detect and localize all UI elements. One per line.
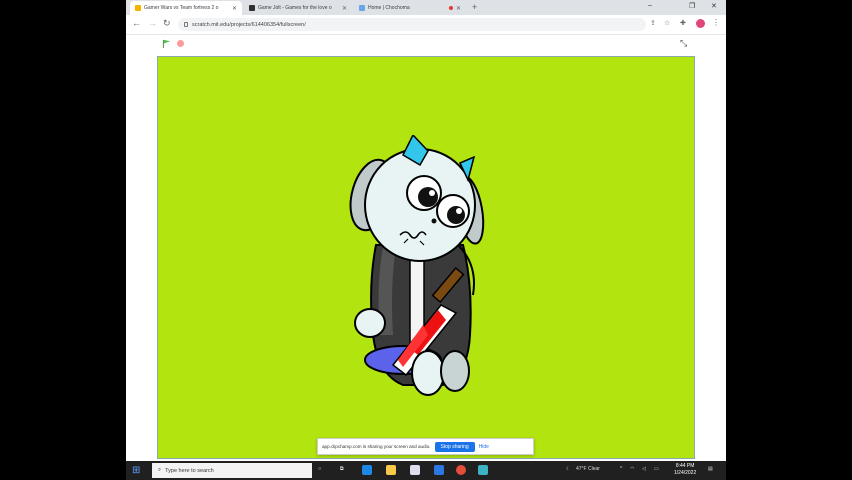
lock-icon bbox=[184, 22, 188, 27]
tab-chochoma[interactable]: Home | Chochoma ✕ bbox=[354, 1, 466, 15]
url-text: scratch.mit.edu/projects/614406354/fulls… bbox=[192, 21, 306, 28]
clock-date: 1/24/2022 bbox=[674, 470, 697, 476]
cortana-icon[interactable]: ○ bbox=[318, 466, 321, 472]
browser-toolbar: ← → ↻ scratch.mit.edu/projects/614406354… bbox=[126, 15, 726, 35]
screen-share-bar: app.clipchamp.com is sharing your screen… bbox=[317, 438, 534, 455]
screen: Gamer Wars vs Team fortress 2 o ✕ Game J… bbox=[126, 0, 726, 480]
tab-gamer-wars[interactable]: Gamer Wars vs Team fortress 2 o ✕ bbox=[130, 1, 242, 15]
tab-title: Home | Chochoma bbox=[368, 5, 410, 11]
chrome-icon[interactable] bbox=[456, 465, 466, 475]
gamejolt-icon bbox=[249, 5, 255, 11]
green-flag-icon[interactable] bbox=[162, 39, 171, 48]
recording-icon bbox=[448, 6, 453, 10]
reload-icon[interactable]: ↻ bbox=[163, 18, 171, 29]
chochoma-icon bbox=[359, 5, 365, 11]
extensions-icon[interactable]: ✚ bbox=[680, 19, 686, 27]
tab-title: Gamer Wars vs Team fortress 2 o bbox=[144, 5, 219, 11]
close-icon[interactable]: ✕ bbox=[342, 5, 347, 12]
bookmark-star-icon[interactable]: ☆ bbox=[664, 19, 670, 27]
share-icon[interactable]: ⇪ bbox=[650, 19, 656, 27]
file-explorer-icon[interactable] bbox=[386, 465, 396, 475]
back-icon[interactable]: ← bbox=[132, 18, 141, 28]
scratch-icon bbox=[135, 5, 141, 11]
taskbar-search[interactable]: ⌕ Type here to search bbox=[152, 463, 312, 478]
volume-icon[interactable]: ◁ bbox=[642, 466, 646, 472]
hide-button[interactable]: Hide bbox=[479, 444, 489, 450]
tab-strip: Gamer Wars vs Team fortress 2 o ✕ Game J… bbox=[126, 0, 726, 15]
notifications-icon[interactable]: ▤ bbox=[708, 466, 713, 472]
minimize-icon[interactable]: – bbox=[648, 2, 652, 9]
scratch-stage[interactable] bbox=[157, 56, 695, 459]
menu-icon[interactable]: ⋮ bbox=[712, 18, 720, 27]
search-placeholder: Type here to search bbox=[165, 467, 214, 474]
close-icon[interactable]: ✕ bbox=[232, 5, 237, 12]
battery-icon[interactable]: ▭ bbox=[654, 466, 659, 472]
tab-title: Game Jolt - Games for the love o bbox=[258, 5, 332, 11]
restore-icon[interactable]: ❐ bbox=[689, 2, 695, 10]
clock[interactable]: 8:44 PM 1/24/2022 bbox=[674, 463, 696, 477]
tab-game-jolt[interactable]: Game Jolt - Games for the love o ✕ bbox=[244, 1, 352, 15]
character-sprite bbox=[349, 135, 485, 396]
clock-time: 8:44 PM bbox=[675, 463, 695, 469]
close-window-icon[interactable]: ✕ bbox=[711, 2, 717, 10]
new-tab-icon[interactable]: + bbox=[472, 2, 477, 12]
store-icon[interactable] bbox=[410, 465, 420, 475]
app-icon[interactable] bbox=[478, 465, 488, 475]
mail-icon[interactable] bbox=[434, 465, 444, 475]
stop-sharing-button[interactable]: Stop sharing bbox=[434, 441, 475, 452]
address-bar[interactable]: scratch.mit.edu/projects/614406354/fulls… bbox=[178, 18, 646, 31]
profile-avatar[interactable] bbox=[696, 19, 705, 28]
weather-text[interactable]: 47°F Clear bbox=[576, 466, 600, 472]
network-icon[interactable]: ◠ bbox=[630, 466, 634, 472]
edge-icon[interactable] bbox=[362, 465, 372, 475]
windows-start-icon[interactable]: ⊞ bbox=[132, 465, 140, 476]
share-message: app.clipchamp.com is sharing your screen… bbox=[322, 444, 431, 449]
search-icon: ⌕ bbox=[158, 467, 162, 473]
close-icon[interactable]: ✕ bbox=[456, 5, 461, 12]
weather-moon-icon: ☾ bbox=[566, 466, 571, 472]
exit-fullscreen-icon[interactable]: ⤡ bbox=[680, 38, 687, 49]
task-view-icon[interactable]: ⧉ bbox=[340, 466, 344, 472]
windows-taskbar: ⊞ ⌕ Type here to search ○ ⧉ ☾ 47°F Clear… bbox=[126, 461, 726, 480]
tray-chevron-icon[interactable]: ^ bbox=[620, 466, 622, 472]
stop-icon[interactable] bbox=[177, 40, 184, 47]
forward-icon[interactable]: → bbox=[148, 18, 157, 28]
